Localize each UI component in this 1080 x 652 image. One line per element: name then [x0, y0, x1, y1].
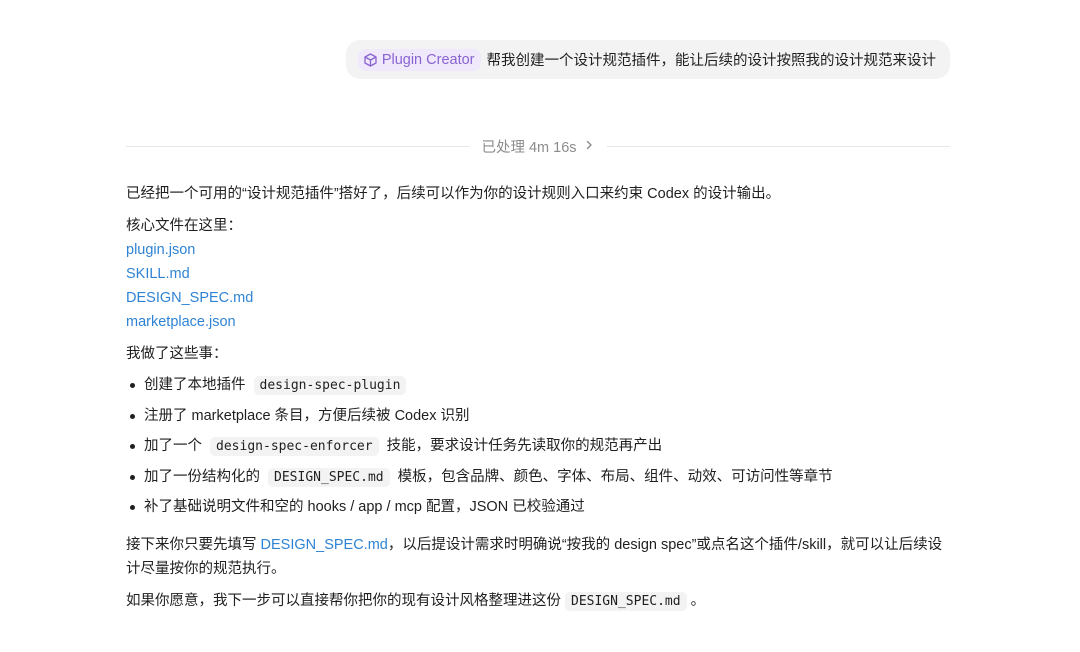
processed-divider: 已处理 4m 16s — [126, 136, 951, 157]
assistant-intro: 已经把一个可用的“设计规范插件”搭好了，后续可以作为你的设计规则入口来约束 Co… — [126, 186, 781, 202]
divider-line-right — [606, 146, 951, 147]
user-message-bubble: Plugin Creator 帮我创建一个设计规范插件，能让后续的设计按照我的设… — [345, 40, 950, 79]
plugin-cube-icon — [364, 52, 377, 67]
file-link-skill-md[interactable]: SKILL.md — [126, 262, 956, 286]
list-item-text: 创建了本地插件 — [144, 377, 246, 393]
files-heading: 核心文件在这里： — [126, 218, 242, 234]
list-item: 加了一个 design-spec-enforcer 技能，要求设计任务先读取你的… — [126, 431, 956, 462]
divider-line-left — [126, 146, 470, 147]
list-item: 加了一份结构化的 DESIGN_SPEC.md 模板，包含品牌、颜色、字体、布局… — [126, 462, 956, 493]
file-link-plugin-json[interactable]: plugin.json — [126, 238, 956, 262]
done-heading: 我做了这些事： — [126, 346, 228, 362]
inline-code: design-spec-enforcer — [210, 437, 379, 456]
assistant-message: 已经把一个可用的“设计规范插件”搭好了，后续可以作为你的设计规则入口来约束 Co… — [126, 182, 956, 622]
plugin-mention-label: Plugin Creator — [381, 51, 475, 68]
list-item-text: 注册了 marketplace 条目，方便后续被 Codex 识别 — [144, 407, 470, 424]
list-item-text: 加了一份结构化的 — [144, 468, 260, 485]
list-item: 创建了本地插件 design-spec-plugin — [126, 370, 956, 401]
list-item: 补了基础说明文件和空的 hooks / app / mcp 配置，JSON 已校… — [126, 492, 956, 523]
chat-page: Plugin Creator 帮我创建一个设计规范插件，能让后续的设计按照我的设… — [0, 0, 1080, 652]
file-link-marketplace-json[interactable]: marketplace.json — [126, 310, 956, 334]
offer-paragraph: 如果你愿意，我下一步可以直接帮你把你的现有设计风格整理进这份 DESIGN_SPE… — [126, 589, 956, 614]
next-steps-paragraph: 接下来你只要先填写 DESIGN_SPEC.md，以后提设计需求时明确说“按我的… — [126, 533, 956, 581]
done-list: 创建了本地插件 design-spec-plugin 注册了 marketpla… — [126, 370, 956, 523]
inline-code: design-spec-plugin — [253, 376, 407, 395]
list-item-text: 补了基础说明文件和空的 hooks / app / mcp 配置，JSON 已校… — [144, 499, 585, 515]
file-link-list: plugin.json SKILL.md DESIGN_SPEC.md mark… — [126, 238, 956, 334]
offer-text: 。 — [690, 592, 706, 609]
list-item: 注册了 marketplace 条目，方便后续被 Codex 识别 — [126, 401, 956, 432]
list-item-text: 技能，要求设计任务先读取你的规范再产出 — [386, 438, 663, 454]
offer-text: 如果你愿意，我下一步可以直接帮你把你的现有设计风格整理进这份 — [126, 592, 561, 609]
user-message-text: 帮我创建一个设计规范插件，能让后续的设计按照我的设计规范来设计 — [486, 53, 937, 69]
inline-code: DESIGN_SPEC.md — [565, 591, 687, 611]
plugin-mention-chip[interactable]: Plugin Creator — [357, 48, 481, 71]
design-spec-link[interactable]: DESIGN_SPEC.md — [261, 537, 388, 553]
processed-label: 已处理 4m 16s — [481, 140, 577, 156]
file-link-design-spec-md[interactable]: DESIGN_SPEC.md — [126, 286, 956, 310]
processed-toggle[interactable]: 已处理 4m 16s — [469, 136, 606, 157]
inline-code: DESIGN_SPEC.md — [268, 467, 390, 487]
list-item-text: 模板，包含品牌、颜色、字体、布局、组件、动效、可访问性等章节 — [397, 468, 833, 485]
next-steps-text: 接下来你只要先填写 — [126, 536, 257, 553]
chevron-right-icon — [583, 139, 595, 155]
list-item-text: 加了一个 — [144, 438, 202, 454]
